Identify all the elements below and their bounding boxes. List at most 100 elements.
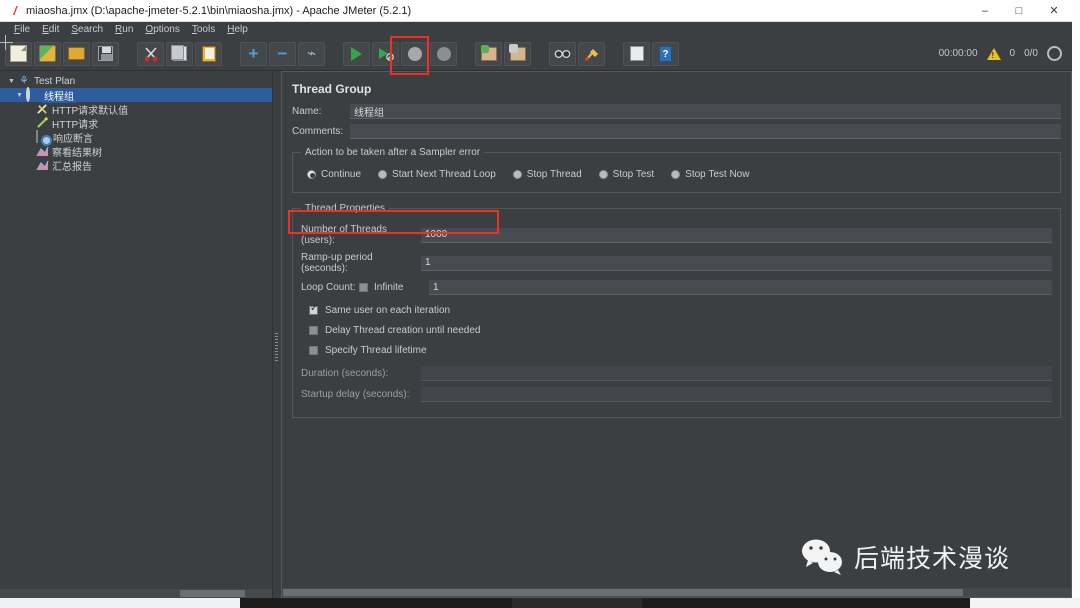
function-helper-button[interactable]: [623, 41, 650, 66]
paste-button[interactable]: [195, 41, 222, 66]
menu-run-rest: un: [122, 24, 134, 35]
menu-tools[interactable]: Tools: [186, 22, 221, 37]
globe-icon[interactable]: [1047, 46, 1062, 61]
name-input[interactable]: [350, 104, 1061, 119]
stop-button[interactable]: [401, 41, 428, 66]
collapse-all-button[interactable]: −: [269, 41, 296, 66]
split-divider-grip[interactable]: [275, 333, 278, 361]
cut-icon: [144, 46, 157, 61]
start-button[interactable]: [343, 41, 370, 66]
start-no-pauses-button[interactable]: [372, 41, 399, 66]
tree-node-http-request[interactable]: HTTP请求: [0, 116, 272, 131]
content-horizontal-scrollbar[interactable]: [282, 588, 1071, 597]
window-title: miaosha.jmx (D:\apache-jmeter-5.2.1\bin\…: [26, 4, 412, 17]
content-scrollbar-thumb[interactable]: [283, 589, 963, 596]
tree-node-test-plan[interactable]: ▼ ⚘ Test Plan: [0, 74, 272, 88]
test-plan-icon: ⚘: [19, 74, 29, 87]
number-of-threads-input[interactable]: [421, 227, 1052, 243]
delay-thread-creation-check-box[interactable]: [309, 326, 318, 335]
same-user-row[interactable]: Same user on each iteration: [301, 302, 1052, 319]
sampler-error-action-radios: Continue Start Next Thread Loop Stop Thr…: [301, 164, 1052, 183]
taskbar-left-strip: [0, 598, 240, 608]
menu-options[interactable]: Options: [139, 22, 185, 37]
radio-stop-test-now[interactable]: Stop Test Now: [671, 169, 749, 180]
radio-stop-test[interactable]: Stop Test: [598, 169, 654, 180]
chevron-down-icon[interactable]: ▼: [14, 92, 25, 99]
menu-file-rest: ile: [20, 24, 31, 35]
specify-thread-lifetime-row[interactable]: Specify Thread lifetime: [301, 342, 1052, 359]
search-button[interactable]: [549, 41, 576, 66]
split-divider[interactable]: [273, 71, 281, 598]
new-icon: [10, 45, 27, 62]
tree-node-label: 线程组: [42, 87, 76, 103]
name-label: Name:: [292, 106, 322, 117]
name-row: Name:: [282, 104, 1071, 119]
reset-search-button[interactable]: [578, 41, 605, 66]
tree-node-view-results-tree[interactable]: 察看结果树: [0, 144, 272, 159]
radio-stop-thread[interactable]: Stop Thread: [512, 169, 582, 180]
radio-continue-dot[interactable]: [307, 170, 316, 179]
menu-edit[interactable]: Edit: [36, 22, 65, 37]
templates-button[interactable]: [34, 41, 61, 66]
start-icon: [351, 46, 362, 61]
tree-node-summary-report[interactable]: 汇总报告: [0, 158, 272, 173]
tree-node-http-defaults[interactable]: HTTP请求默认值: [0, 102, 272, 117]
menu-file[interactable]: File: [8, 22, 36, 37]
loop-infinite-label: Infinite: [374, 282, 404, 293]
open-button[interactable]: [63, 41, 90, 66]
taskbar-mid-strip: [512, 598, 642, 608]
minimize-button[interactable]: –: [968, 0, 1002, 22]
radio-start-next-thread-loop-dot[interactable]: [378, 170, 388, 179]
ramp-up-input[interactable]: [421, 255, 1052, 271]
menu-help-rest: elp: [234, 24, 248, 35]
loop-count-row: Loop Count: Infinite: [301, 280, 1052, 295]
tree-horizontal-scrollbar[interactable]: [0, 589, 272, 598]
radio-continue[interactable]: Continue: [307, 169, 361, 180]
tree-node-response-assertion[interactable]: 响应断言: [0, 129, 272, 145]
delay-thread-creation-row[interactable]: Delay Thread creation until needed: [301, 322, 1052, 339]
close-button[interactable]: ✕: [1036, 0, 1072, 22]
ramp-up-label: Ramp-up period (seconds):: [301, 252, 373, 274]
clear-button[interactable]: [475, 41, 502, 66]
duration-input[interactable]: [421, 366, 1052, 381]
menu-run[interactable]: Run: [109, 22, 139, 37]
startup-delay-row: Startup delay (seconds):: [301, 387, 1052, 402]
clear-all-icon: [508, 43, 526, 61]
desktop-taskbar: [0, 598, 1080, 608]
radio-start-next-thread-loop[interactable]: Start Next Thread Loop: [378, 169, 496, 180]
toggle-icon: ⌁: [306, 45, 317, 62]
save-button[interactable]: [92, 41, 119, 66]
tree-scrollbar-thumb[interactable]: [180, 590, 245, 597]
specify-thread-lifetime-check-box[interactable]: [309, 346, 318, 355]
startup-delay-input[interactable]: [421, 387, 1052, 402]
stop-icon: [407, 46, 422, 61]
clear-all-button[interactable]: [504, 41, 531, 66]
cut-button[interactable]: [137, 41, 164, 66]
radio-stop-thread-dot[interactable]: [512, 170, 522, 179]
chevron-down-icon[interactable]: ▼: [6, 78, 17, 85]
copy-icon: [170, 45, 187, 61]
copy-button[interactable]: [166, 41, 193, 66]
loop-infinite-checkbox[interactable]: Infinite: [359, 282, 429, 293]
menu-search[interactable]: Search: [65, 22, 109, 37]
same-user-check-box[interactable]: [309, 303, 318, 315]
expand-all-button[interactable]: +: [240, 41, 267, 66]
http-sampler-icon: [37, 117, 48, 128]
new-button[interactable]: [5, 41, 32, 66]
thread-group-icon: [25, 86, 39, 102]
collapse-icon: −: [277, 44, 288, 63]
loop-count-input[interactable]: [429, 280, 1052, 295]
comments-input[interactable]: [350, 124, 1061, 139]
radio-stop-test-now-dot[interactable]: [671, 170, 681, 179]
tree-node-thread-group[interactable]: ▼ 线程组: [0, 86, 272, 103]
help-button[interactable]: ?: [652, 41, 679, 66]
response-assertion-icon: [36, 129, 50, 144]
maximize-button[interactable]: □: [1002, 0, 1036, 22]
radio-stop-test-dot[interactable]: [598, 170, 608, 179]
menu-bar: File Edit Search Run Options Tools Help: [0, 22, 1072, 37]
toggle-button[interactable]: ⌁: [298, 41, 325, 66]
menu-help[interactable]: Help: [221, 22, 254, 37]
shutdown-button[interactable]: [430, 41, 457, 66]
loop-infinite-check-box[interactable]: [359, 283, 368, 292]
warning-triangle-icon[interactable]: [986, 47, 1001, 60]
